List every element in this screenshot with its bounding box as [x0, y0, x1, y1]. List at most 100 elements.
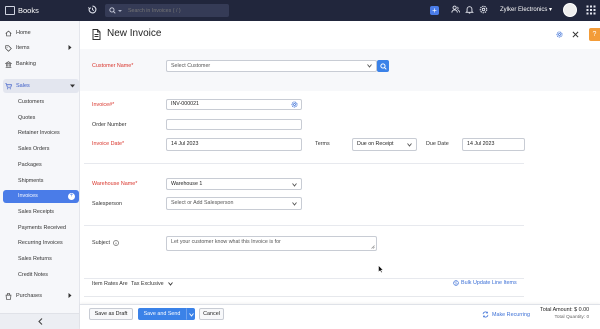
- users-icon[interactable]: [451, 5, 460, 14]
- sidebar-item-purchases[interactable]: Purchases: [0, 289, 79, 303]
- search-input[interactable]: [128, 7, 223, 14]
- items-tag-icon: [5, 44, 12, 52]
- sidebar-subitem-sales-orders[interactable]: Sales Orders: [3, 143, 79, 156]
- subject-label-group: Subject: [92, 240, 119, 246]
- due-date-label: Due Date: [426, 141, 449, 147]
- user-avatar[interactable]: [563, 3, 577, 17]
- chevron-down-icon: [167, 282, 173, 286]
- close-icon[interactable]: [572, 31, 579, 38]
- cancel-button[interactable]: Cancel: [199, 308, 224, 320]
- customer-name-label: Customer Name*: [92, 63, 134, 69]
- search-scope-caret-icon[interactable]: [118, 9, 122, 12]
- total-amount: Total Amount: $ 0.00: [540, 307, 590, 313]
- sidebar-item-home[interactable]: Home: [0, 26, 79, 40]
- sidebar-item-label: Sales: [16, 83, 30, 89]
- resize-handle-icon[interactable]: [371, 245, 375, 249]
- sidebar: Home Items Banking Sales Customers Quote…: [0, 21, 80, 329]
- subject-label: Subject: [92, 240, 110, 246]
- settings-gear-icon[interactable]: [479, 5, 488, 14]
- salesperson-select[interactable]: Select or Add Salesperson: [166, 197, 302, 210]
- item-rates-value: Tax Exclusive: [131, 281, 164, 287]
- invoice-date-input[interactable]: 14 Jul 2023: [166, 138, 302, 151]
- sidebar-subitem-invoices[interactable]: Invoices +: [3, 190, 79, 203]
- search-icon: [379, 62, 387, 70]
- global-search[interactable]: [105, 4, 229, 17]
- sidebar-subitem-recurring-invoices[interactable]: Recurring Invoices: [3, 237, 79, 250]
- invoice-number-input[interactable]: INV-000021: [166, 99, 302, 110]
- due-date-input[interactable]: 14 Jul 2023: [462, 138, 525, 151]
- save-as-draft-button[interactable]: Save as Draft: [89, 308, 133, 320]
- terms-label: Terms: [315, 141, 330, 147]
- chevron-down-icon: [292, 182, 297, 187]
- sidebar-subitem-retainer-invoices[interactable]: Retainer Invoices: [3, 127, 79, 140]
- quick-create-button[interactable]: +: [430, 6, 439, 15]
- sidebar-subitem-credit-notes[interactable]: Credit Notes: [3, 269, 79, 282]
- invoice-number-settings-icon[interactable]: [291, 101, 298, 108]
- line-items-table-header: [84, 296, 524, 304]
- sidebar-subitem-customers[interactable]: Customers: [3, 96, 79, 109]
- recent-activity-icon[interactable]: [88, 5, 97, 14]
- warehouse-name-label: Warehouse Name*: [92, 181, 138, 187]
- subject-textarea[interactable]: Let your customer know what this Invoice…: [166, 236, 377, 251]
- order-number-input[interactable]: [166, 119, 302, 130]
- sidebar-item-label: Banking: [16, 61, 36, 67]
- form-settings-icon[interactable]: [556, 31, 563, 38]
- bulk-update-label: Bulk Update Line Items: [461, 280, 517, 286]
- books-logo-icon: [5, 6, 15, 15]
- sidebar-item-banking[interactable]: Banking: [0, 57, 79, 71]
- sidebar-subitem-sales-returns[interactable]: Sales Returns: [3, 253, 79, 266]
- help-button[interactable]: ?: [589, 28, 600, 41]
- home-icon: [5, 30, 12, 36]
- mouse-cursor-icon: [378, 265, 383, 273]
- sidebar-item-sales[interactable]: Sales: [3, 79, 79, 93]
- sidebar-subitem-payments-received[interactable]: Payments Received: [3, 222, 79, 235]
- make-recurring-link[interactable]: Make Recurring: [482, 311, 530, 318]
- customer-select-placeholder: Select Customer: [171, 63, 211, 69]
- section-divider: [84, 163, 524, 164]
- apps-grid-icon[interactable]: [586, 5, 596, 15]
- warehouse-select[interactable]: Warehouse 1: [166, 178, 302, 190]
- customer-select[interactable]: Select Customer: [166, 60, 377, 72]
- top-bar: Books + Zylker Electronics ▾: [0, 0, 600, 21]
- terms-select[interactable]: Due on Receipt: [352, 138, 417, 151]
- chevron-down-icon: [407, 143, 412, 147]
- sidebar-item-label: Home: [16, 30, 31, 36]
- totals-summary: Total Amount: $ 0.00 Total Quantity: 0: [540, 307, 589, 320]
- sidebar-subitem-packages[interactable]: Packages: [3, 159, 79, 172]
- page-title: New Invoice: [107, 28, 162, 39]
- warehouse-select-value: Warehouse 1: [171, 181, 203, 187]
- sidebar-item-items[interactable]: Items: [0, 41, 79, 55]
- subject-placeholder: Let your customer know what this Invoice…: [171, 239, 281, 245]
- chevron-down-icon: [70, 84, 75, 88]
- sidebar-subitem-shipments[interactable]: Shipments: [3, 175, 79, 188]
- item-rates-label: Item Rates Are: [92, 281, 128, 287]
- chevron-down-icon: [292, 202, 297, 206]
- sidebar-subitem-quotes[interactable]: Quotes: [3, 112, 79, 125]
- section-divider: [84, 225, 524, 226]
- purchases-bag-icon: [5, 292, 12, 300]
- sidebar-collapse-button[interactable]: [0, 313, 79, 329]
- sidebar-subitem-label: Invoices: [18, 193, 38, 199]
- order-number-label: Order Number: [92, 122, 127, 128]
- bulk-update-line-items-link[interactable]: Bulk Update Line Items: [453, 280, 517, 286]
- terms-select-value: Due on Receipt: [357, 141, 394, 147]
- make-recurring-label: Make Recurring: [492, 311, 531, 318]
- recurring-arrows-icon: [482, 311, 489, 318]
- add-invoice-plus-icon[interactable]: +: [68, 193, 75, 200]
- chevron-down-icon: [367, 64, 372, 68]
- chevron-down-icon: [188, 312, 194, 317]
- sidebar-item-label: Purchases: [16, 293, 42, 299]
- save-and-send-button[interactable]: Save and Send: [138, 308, 186, 320]
- chevron-right-icon: [68, 45, 72, 50]
- notifications-bell-icon[interactable]: [465, 5, 474, 14]
- save-options-dropdown-button[interactable]: [186, 308, 195, 320]
- info-icon[interactable]: [113, 240, 119, 246]
- app-title: Books: [18, 6, 39, 15]
- chevron-left-icon: [38, 318, 43, 325]
- organization-switcher[interactable]: Zylker Electronics ▾: [500, 6, 552, 13]
- salesperson-label: Salesperson: [92, 201, 122, 207]
- sidebar-subitem-sales-receipts[interactable]: Sales Receipts: [3, 206, 79, 219]
- customer-search-button[interactable]: [377, 60, 389, 72]
- app-brand[interactable]: Books: [5, 4, 39, 17]
- item-rates-select[interactable]: Tax Exclusive: [131, 281, 173, 287]
